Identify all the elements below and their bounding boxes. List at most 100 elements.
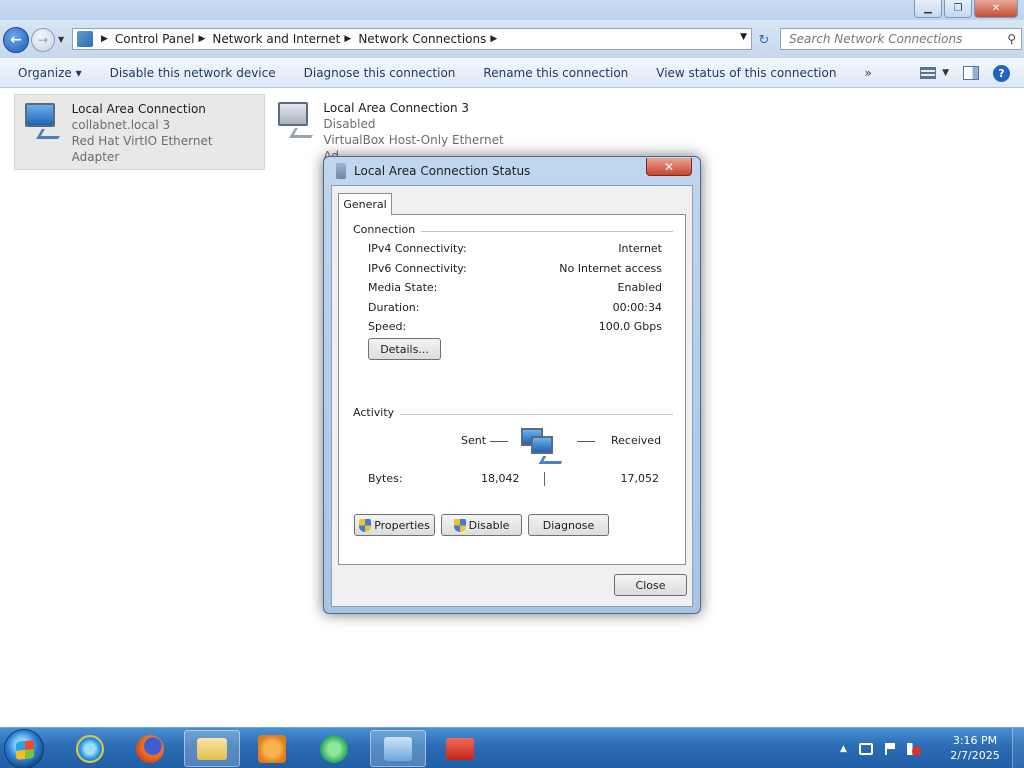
media-state-row: Media State: Enabled — [368, 281, 662, 294]
organize-menu[interactable]: Organize ▾ — [0, 58, 96, 88]
clock-date: 2/7/2025 — [950, 749, 1000, 762]
clock-time: 3:16 PM — [952, 734, 998, 747]
sent-dash — [490, 441, 508, 442]
connection-adapter: Red Hat VirtIO Ethernet Adapter — [71, 134, 213, 164]
activity-group-label: Activity — [353, 406, 401, 419]
connection-item-local-area-connection[interactable]: Local Area Connection collabnet.local 3 … — [14, 94, 265, 170]
taskbar-internet-explorer[interactable] — [62, 730, 118, 767]
properties-label: Properties — [374, 518, 430, 532]
search-input[interactable] — [789, 32, 999, 46]
dialog-titlebar[interactable]: Local Area Connection Status — [336, 163, 530, 179]
breadcrumb-separator-icon[interactable]: ▶ — [344, 34, 351, 44]
speed-label: Speed: — [368, 320, 407, 333]
preview-pane-icon[interactable] — [963, 66, 979, 80]
show-hidden-icons-button[interactable]: ▲ — [840, 744, 847, 754]
network-tray-icon[interactable] — [858, 742, 873, 755]
taskbar-chat-app[interactable] — [306, 730, 362, 767]
disable-button[interactable]: Disable — [441, 514, 522, 536]
search-box[interactable]: ⚲ — [780, 28, 1022, 50]
network-adapter-icon — [21, 101, 64, 145]
ipv6-connectivity-row: IPv6 Connectivity: No Internet access — [368, 262, 662, 275]
taskbar-toolbox[interactable] — [432, 730, 488, 767]
taskbar-firefox[interactable] — [122, 730, 178, 767]
connection-name: Local Area Connection 3 — [323, 101, 470, 115]
navigation-bar: ← → ▼ ▶ Control Panel ▶ Network and Inte… — [0, 20, 1024, 58]
network-adapter-disabled-icon — [274, 100, 317, 144]
rename-connection-command[interactable]: Rename this connection — [469, 58, 642, 88]
system-clock[interactable]: 3:16 PM 2/7/2025 — [946, 733, 1004, 763]
action-center-flag-icon[interactable] — [884, 742, 895, 755]
forward-button[interactable]: → — [31, 28, 55, 52]
sent-label: Sent — [461, 434, 487, 447]
connection-status: collabnet.local 3 — [71, 118, 171, 132]
refresh-icon[interactable]: ↻ — [754, 30, 774, 50]
disable-device-command[interactable]: Disable this network device — [96, 58, 290, 88]
volume-muted-icon[interactable] — [906, 742, 921, 755]
received-label: Received — [611, 434, 662, 447]
media-state-label: Media State: — [368, 281, 438, 294]
network-activity-icon — [519, 426, 566, 466]
general-tab-panel: Connection IPv4 Connectivity: Internet I… — [338, 214, 686, 565]
internet-explorer-icon — [76, 734, 104, 763]
breadcrumb-separator-icon[interactable]: ▶ — [101, 34, 108, 44]
taskbar-media-player[interactable] — [244, 730, 300, 767]
more-commands-chevron[interactable]: » — [850, 58, 885, 88]
show-desktop-button[interactable] — [1012, 728, 1024, 768]
uac-shield-icon — [359, 518, 372, 532]
media-state-value: Enabled — [617, 281, 662, 294]
bytes-sent-value: 18,042 — [481, 472, 520, 485]
recent-pages-dropdown[interactable]: ▼ — [58, 35, 64, 44]
activity-group-divider — [353, 414, 673, 415]
address-bar[interactable]: ▶ Control Panel ▶ Network and Internet ▶… — [72, 28, 752, 50]
taskbar: ▲ 3:16 PM 2/7/2025 — [0, 727, 1024, 768]
minimize-button[interactable]: ▁ — [914, 0, 942, 18]
window-titlebar: ▁ ❐ ✕ — [0, 0, 1024, 20]
change-view-icon[interactable] — [920, 67, 937, 79]
breadcrumb-network-and-internet[interactable]: Network and Internet — [212, 32, 340, 46]
breadcrumb-separator-icon[interactable]: ▶ — [199, 34, 206, 44]
breadcrumb-separator-icon[interactable]: ▶ — [490, 34, 497, 44]
duration-label: Duration: — [368, 301, 420, 314]
breadcrumb-control-panel[interactable]: Control Panel — [115, 32, 195, 46]
network-plug-icon — [336, 163, 346, 179]
windows-logo-icon — [16, 740, 34, 760]
view-dropdown-icon[interactable]: ▼ — [942, 68, 949, 78]
diagnose-connection-command[interactable]: Diagnose this connection — [290, 58, 470, 88]
breadcrumb-network-connections[interactable]: Network Connections — [358, 32, 486, 46]
ipv4-connectivity-row: IPv4 Connectivity: Internet — [368, 242, 662, 255]
command-bar-right: ▼ ? — [920, 58, 1024, 88]
system-tray: ▲ — [840, 728, 921, 768]
back-button[interactable]: ← — [3, 27, 29, 53]
address-dropdown-icon[interactable]: ▼ — [740, 32, 747, 42]
duration-row: Duration: 00:00:34 — [368, 301, 662, 314]
connection-status-dialog: Local Area Connection Status ✕ General C… — [323, 156, 701, 614]
speed-value: 100.0 Gbps — [598, 320, 662, 333]
search-icon[interactable]: ⚲ — [1007, 32, 1016, 46]
details-button[interactable]: Details... — [368, 338, 441, 360]
media-player-icon — [258, 734, 286, 763]
dialog-close-button[interactable]: ✕ — [646, 158, 692, 176]
tab-general[interactable]: General — [338, 193, 392, 215]
bytes-received-value: 17,052 — [620, 472, 660, 485]
taskbar-network-connections[interactable] — [370, 730, 426, 767]
ipv4-value: Internet — [618, 242, 662, 255]
taskbar-file-explorer[interactable] — [184, 730, 240, 767]
maximize-button[interactable]: ❐ — [944, 0, 972, 18]
speed-row: Speed: 100.0 Gbps — [368, 320, 662, 333]
connection-status: Disabled — [323, 117, 376, 131]
view-status-command[interactable]: View status of this connection — [642, 58, 850, 88]
uac-shield-icon — [453, 518, 466, 532]
connection-name: Local Area Connection — [71, 102, 206, 116]
close-button[interactable]: Close — [614, 574, 687, 596]
properties-button[interactable]: Properties — [354, 514, 435, 536]
control-panel-icon — [77, 31, 93, 47]
received-dash — [577, 441, 595, 442]
help-icon[interactable]: ? — [993, 64, 1010, 82]
window-controls: ▁ ❐ ✕ — [914, 0, 1018, 18]
network-connections-icon — [384, 736, 412, 761]
duration-value: 00:00:34 — [612, 301, 662, 314]
window-close-button[interactable]: ✕ — [974, 0, 1018, 18]
diagnose-button[interactable]: Diagnose — [528, 514, 609, 536]
disable-label: Disable — [468, 518, 510, 532]
start-button[interactable] — [4, 729, 44, 768]
